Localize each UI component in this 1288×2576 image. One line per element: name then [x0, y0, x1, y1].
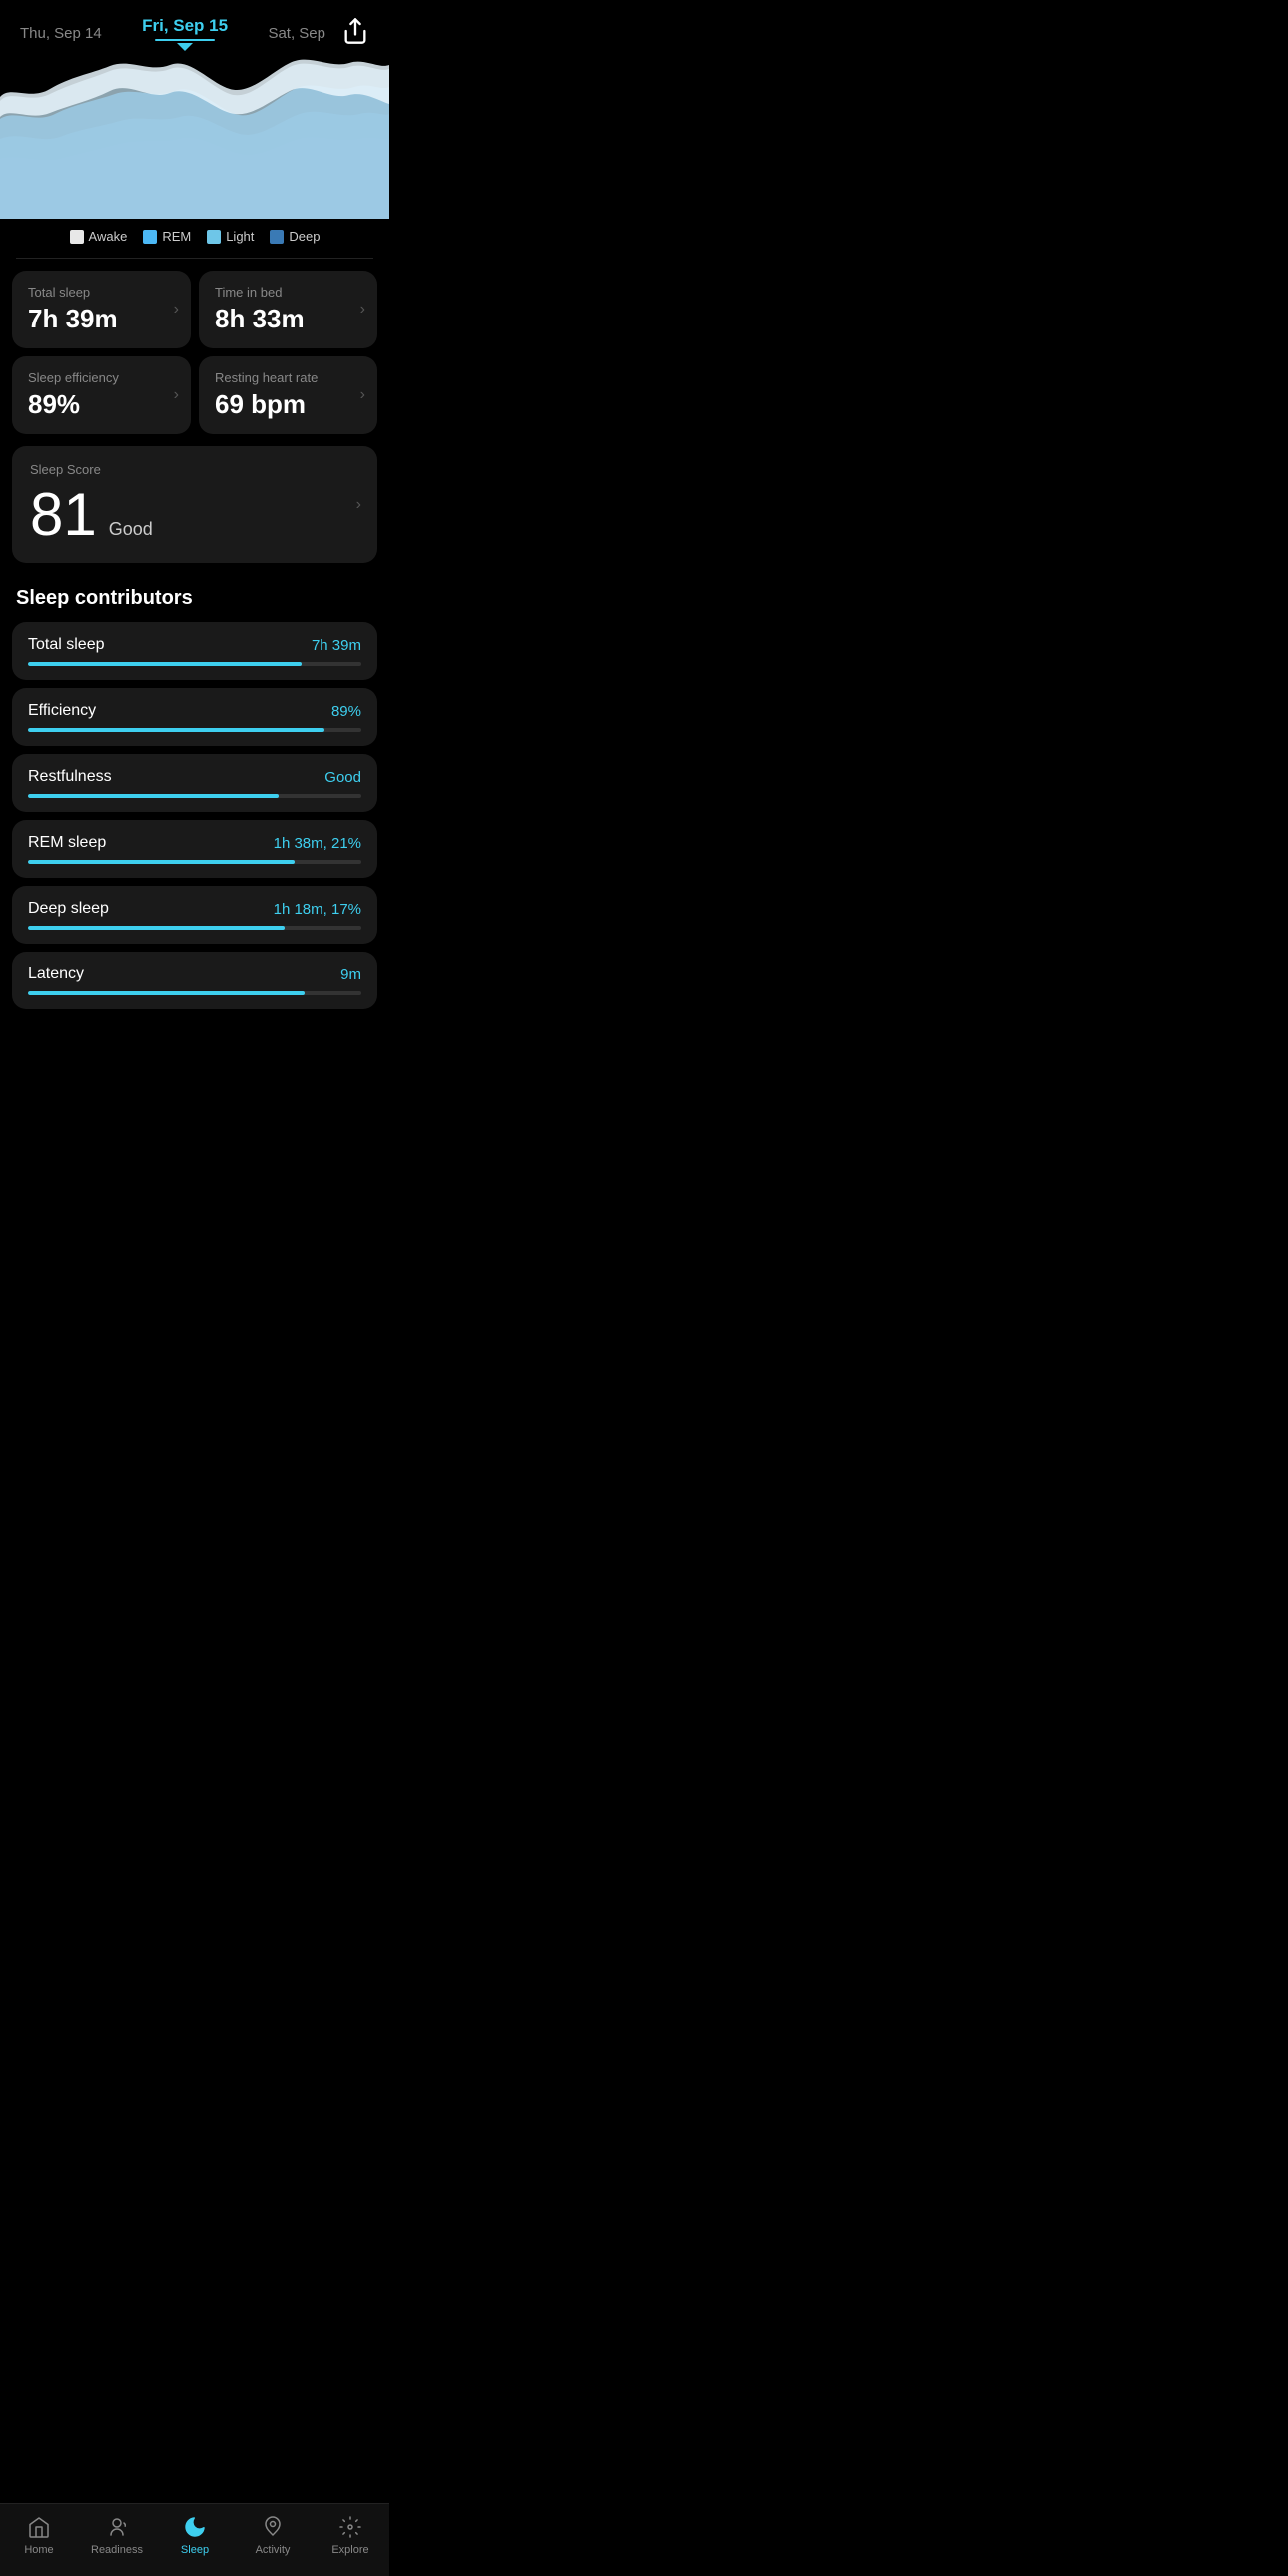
sleep-chart [0, 59, 389, 219]
current-date: Fri, Sep 15 [142, 16, 228, 51]
sleep-efficiency-card[interactable]: Sleep efficiency 89% › [12, 356, 191, 434]
sleep-score-number: 81 [30, 485, 97, 545]
legend-rem: REM [143, 229, 191, 244]
score-row: 81 Good [30, 485, 359, 545]
awake-color-dot [70, 230, 84, 244]
activity-icon [260, 2514, 286, 2540]
home-icon [26, 2514, 52, 2540]
resting-hr-label: Resting heart rate [215, 370, 361, 385]
share-button[interactable] [341, 17, 369, 50]
legend-light: Light [207, 229, 254, 244]
nav-activity[interactable]: Activity [234, 2514, 312, 2556]
progress-track-0 [28, 662, 361, 666]
sleep-score-text: Good [109, 519, 153, 540]
light-color-dot [207, 230, 221, 244]
legend-awake: Awake [70, 229, 128, 244]
nav-readiness[interactable]: Readiness [78, 2514, 156, 2556]
legend-deep: Deep [270, 229, 320, 244]
nav-sleep[interactable]: Sleep [156, 2514, 234, 2556]
stats-grid: Total sleep 7h 39m › Time in bed 8h 33m … [0, 259, 389, 446]
time-in-bed-card[interactable]: Time in bed 8h 33m › [199, 271, 377, 348]
total-sleep-label: Total sleep [28, 285, 175, 300]
progress-fill-1 [28, 728, 324, 732]
resting-hr-chevron: › [360, 386, 365, 404]
contributor-efficiency: Efficiency 89% [12, 688, 377, 746]
nav-readiness-label: Readiness [91, 2544, 143, 2556]
readiness-icon [104, 2514, 130, 2540]
rem-color-dot [143, 230, 157, 244]
next-date[interactable]: Sat, Sep [268, 25, 325, 42]
sleep-legend: Awake REM Light Deep [0, 219, 389, 258]
progress-track-3 [28, 860, 361, 864]
header: Thu, Sep 14 Fri, Sep 15 Sat, Sep [0, 0, 389, 59]
progress-fill-0 [28, 662, 302, 666]
sleep-efficiency-value: 89% [28, 389, 175, 420]
progress-track-4 [28, 926, 361, 930]
contributor-latency: Latency 9m [12, 952, 377, 1009]
total-sleep-chevron: › [174, 301, 179, 319]
deep-color-dot [270, 230, 284, 244]
explore-icon [337, 2514, 363, 2540]
nav-sleep-label: Sleep [181, 2544, 209, 2556]
resting-hr-card[interactable]: Resting heart rate 69 bpm › [199, 356, 377, 434]
progress-track-2 [28, 794, 361, 798]
total-sleep-card[interactable]: Total sleep 7h 39m › [12, 271, 191, 348]
progress-fill-4 [28, 926, 285, 930]
progress-fill-3 [28, 860, 295, 864]
nav-home[interactable]: Home [0, 2514, 78, 2556]
total-sleep-value: 7h 39m [28, 304, 175, 334]
sleep-icon [182, 2514, 208, 2540]
resting-hr-value: 69 bpm [215, 389, 361, 420]
nav-explore[interactable]: Explore [312, 2514, 389, 2556]
progress-fill-5 [28, 991, 305, 995]
sleep-efficiency-chevron: › [174, 386, 179, 404]
sleep-score-label: Sleep Score [30, 462, 359, 477]
contributor-rem-sleep: REM sleep 1h 38m, 21% [12, 820, 377, 878]
nav-activity-label: Activity [256, 2544, 291, 2556]
contributor-total-sleep: Total sleep 7h 39m [12, 622, 377, 680]
progress-track-5 [28, 991, 361, 995]
time-in-bed-label: Time in bed [215, 285, 361, 300]
contributors-title: Sleep contributors [12, 587, 377, 610]
prev-date[interactable]: Thu, Sep 14 [20, 25, 102, 42]
sleep-score-chevron: › [356, 496, 361, 514]
time-in-bed-chevron: › [360, 301, 365, 319]
nav-home-label: Home [24, 2544, 53, 2556]
time-in-bed-value: 8h 33m [215, 304, 361, 334]
contributors-section: Sleep contributors Total sleep 7h 39m Ef… [0, 571, 389, 1025]
progress-fill-2 [28, 794, 279, 798]
contributor-deep-sleep: Deep sleep 1h 18m, 17% [12, 886, 377, 944]
progress-track-1 [28, 728, 361, 732]
sleep-score-card[interactable]: Sleep Score 81 Good › [12, 446, 377, 563]
nav-explore-label: Explore [331, 2544, 368, 2556]
bottom-nav: Home Readiness Sleep Activity [0, 2503, 389, 2576]
sleep-efficiency-label: Sleep efficiency [28, 370, 175, 385]
contributor-restfulness: Restfulness Good [12, 754, 377, 812]
